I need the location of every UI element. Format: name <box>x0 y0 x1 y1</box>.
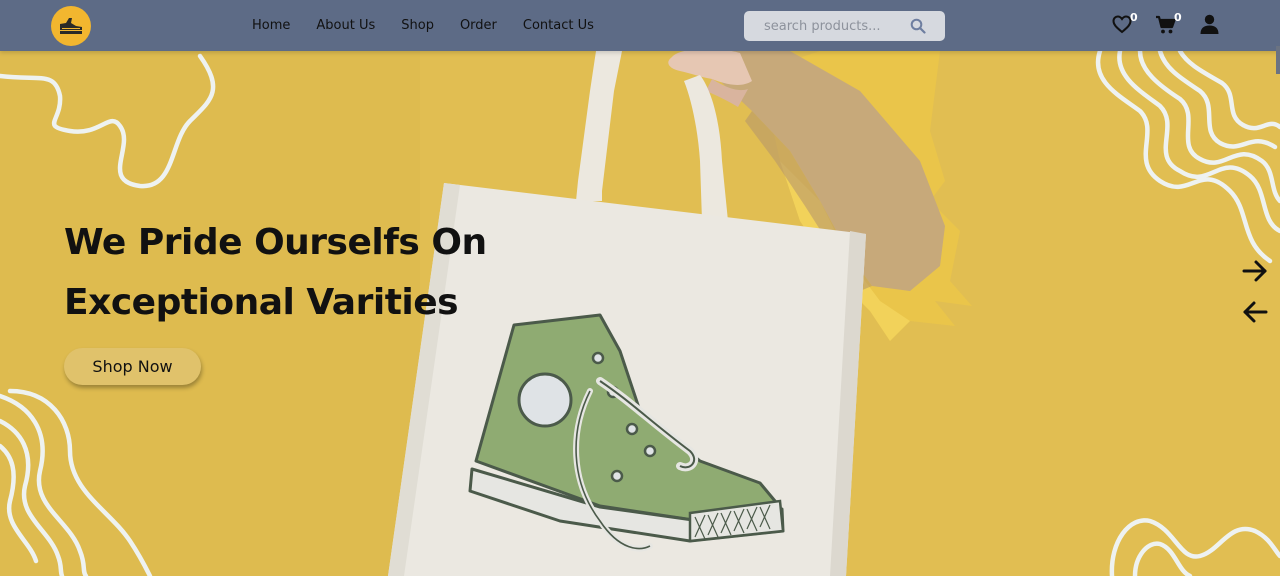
nav-link-order[interactable]: Order <box>460 18 497 33</box>
hero-title-line-1: We Pride Ourselfs On <box>64 222 487 263</box>
logo[interactable] <box>51 6 91 46</box>
heart-icon <box>1112 15 1132 34</box>
slider-next-button[interactable] <box>1241 259 1269 283</box>
main-nav: Home About Us Shop Order Contact Us <box>252 0 620 51</box>
shop-now-button[interactable]: Shop Now <box>64 348 201 385</box>
search-icon[interactable] <box>910 18 926 34</box>
slider-prev-button[interactable] <box>1241 300 1269 324</box>
hero-title: We Pride Ourselfs On Exceptional Varitie… <box>64 213 584 333</box>
nav-link-about-us[interactable]: About Us <box>316 18 375 33</box>
user-icon <box>1200 14 1219 34</box>
cart-button[interactable] <box>1155 15 1176 39</box>
shoe-logo-icon <box>60 18 82 34</box>
wishlist-count-badge: 0 <box>1130 11 1138 24</box>
account-button[interactable] <box>1200 14 1219 38</box>
cart-count-badge: 0 <box>1174 11 1182 24</box>
wishlist-button[interactable] <box>1112 15 1132 38</box>
search-input[interactable] <box>764 18 914 34</box>
hero-banner: We Pride Ourselfs On Exceptional Varitie… <box>0 51 1280 576</box>
nav-link-home[interactable]: Home <box>252 18 290 33</box>
hero-title-line-2: Exceptional Varities <box>64 282 459 323</box>
nav-link-shop[interactable]: Shop <box>401 18 434 33</box>
nav-link-contact-us[interactable]: Contact Us <box>523 18 594 33</box>
arrow-left-icon <box>1243 301 1268 323</box>
cart-icon <box>1156 15 1176 34</box>
arrow-right-icon <box>1242 260 1267 282</box>
search-box <box>744 11 945 41</box>
page-scrollbar-thumb[interactable] <box>1276 46 1280 74</box>
navbar: Home About Us Shop Order Contact Us 0 0 <box>0 0 1280 51</box>
